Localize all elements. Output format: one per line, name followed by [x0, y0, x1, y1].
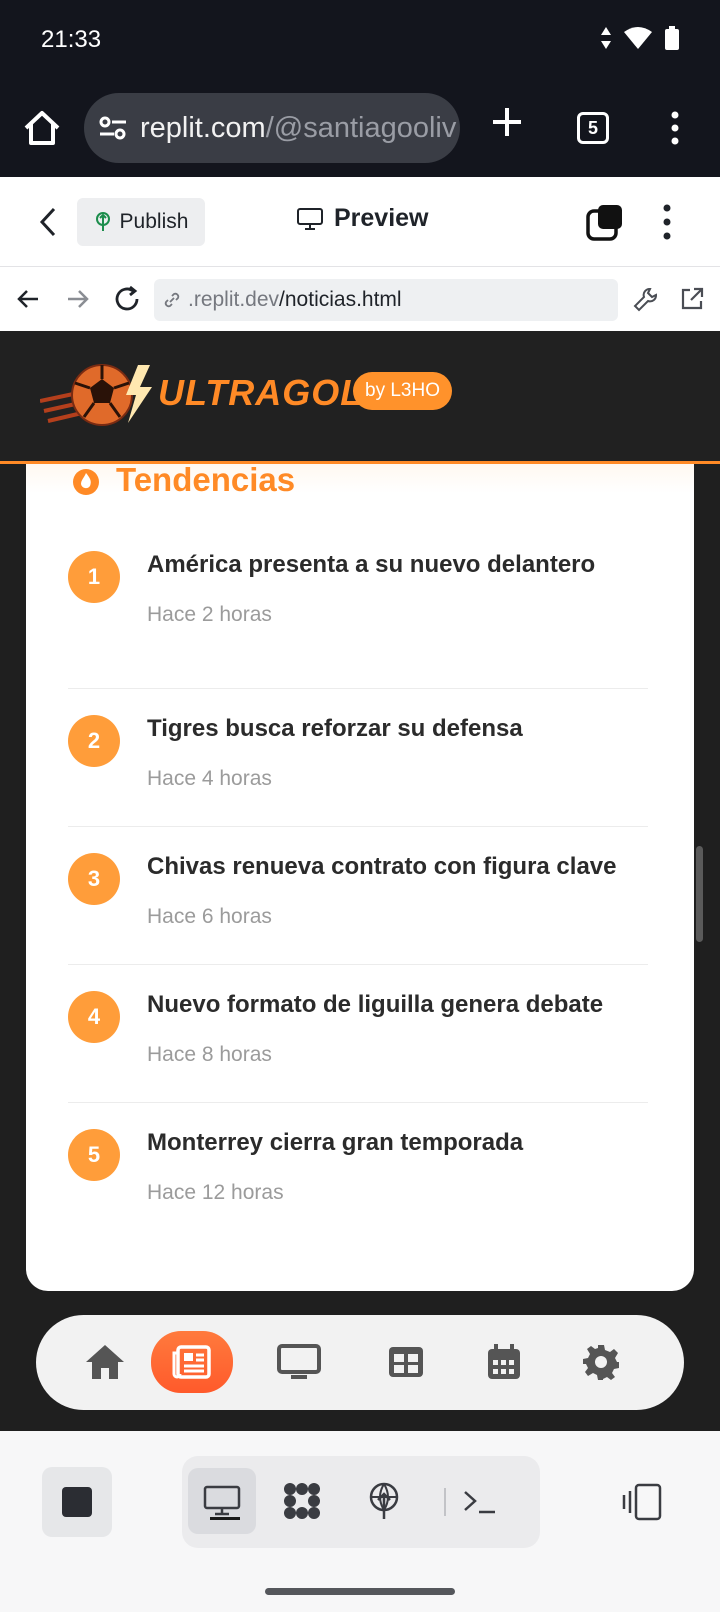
trend-title[interactable]: Nuevo formato de liguilla genera debate: [147, 991, 603, 1019]
data-arrows-icon: [601, 27, 611, 49]
trend-title[interactable]: Monterrey cierra gran temporada: [147, 1129, 523, 1157]
rank-badge: 5: [68, 1129, 120, 1181]
trend-time: Hace 6 horas: [147, 905, 272, 928]
shell-tool-button[interactable]: [446, 1468, 514, 1534]
publish-label: Publish: [119, 210, 189, 233]
wrench-icon[interactable]: [632, 285, 660, 313]
publish-button[interactable]: Publish: [77, 198, 205, 246]
nav-standings[interactable]: [375, 1331, 437, 1393]
newspaper-icon: [172, 1345, 211, 1379]
rank-badge: 3: [68, 853, 120, 905]
trend-title[interactable]: Chivas renueva contrato con figura clave: [147, 853, 617, 881]
section-title: Tendencias: [116, 461, 296, 498]
site-bottom-nav: [36, 1315, 684, 1410]
url-path: /@santiagooliv: [265, 112, 457, 144]
publish-icon: [369, 1482, 399, 1519]
replit-toolbar: [0, 1431, 720, 1612]
rank-badge: 1: [68, 551, 120, 603]
more-vert-icon[interactable]: [668, 110, 682, 146]
tab-switcher-button[interactable]: 5: [577, 112, 609, 144]
battery-icon: [665, 26, 679, 50]
rank-badge: 2: [68, 715, 120, 767]
nav-calendar[interactable]: [473, 1331, 535, 1393]
arrow-forward-icon[interactable]: [64, 286, 90, 312]
preview-tool-button[interactable]: [188, 1468, 256, 1534]
dev-url-path: /noticias.html: [279, 288, 402, 311]
scrollbar-thumb[interactable]: [696, 846, 703, 942]
status-bar: 21:33: [0, 0, 720, 80]
preview-label: Preview: [334, 204, 429, 232]
logo-text: ULTRAGOL: [158, 372, 364, 413]
trend-item[interactable]: 3 Chivas renueva contrato con figura cla…: [68, 827, 648, 965]
agent-tool-button[interactable]: [268, 1468, 336, 1534]
preview-tab[interactable]: Preview: [296, 204, 429, 233]
tabs-icon[interactable]: [586, 203, 624, 241]
stop-button[interactable]: [42, 1467, 112, 1537]
calendar-icon: [488, 1344, 520, 1379]
trend-time: Hace 8 horas: [147, 1043, 272, 1066]
new-tab-icon[interactable]: [489, 104, 525, 140]
gear-icon: [583, 1345, 619, 1380]
site-settings-icon[interactable]: [98, 115, 128, 141]
arrow-back-icon[interactable]: [16, 286, 42, 312]
active-tool-indicator: [210, 1517, 240, 1520]
nav-tv[interactable]: [268, 1331, 330, 1393]
wifi-icon: [624, 27, 652, 49]
trend-item[interactable]: 4 Nuevo formato de liguilla genera debat…: [68, 965, 648, 1103]
nav-settings[interactable]: [570, 1331, 632, 1393]
browser-toolbar: replit.com/@santiagooliv 5: [0, 80, 720, 177]
trend-time: Hace 4 horas: [147, 767, 272, 790]
stop-icon: [62, 1487, 92, 1517]
trend-item[interactable]: 1 América presenta a su nuevo delantero …: [68, 551, 648, 689]
dev-url-prefix: .replit.dev: [188, 288, 280, 311]
monitor-icon: [277, 1344, 321, 1379]
table-icon: [389, 1347, 423, 1377]
deploy-tool-button[interactable]: [350, 1468, 418, 1534]
ultragol-logo[interactable]: ULTRAGOL: [40, 357, 362, 431]
trend-item[interactable]: 2 Tigres busca reforzar su defensa Hace …: [68, 689, 648, 827]
nav-home[interactable]: [74, 1331, 136, 1393]
home-icon: [86, 1345, 124, 1379]
address-bar[interactable]: replit.com/@santiagooliv: [84, 93, 460, 163]
more-vert-icon[interactable]: [660, 203, 674, 241]
trend-title[interactable]: Tigres busca reforzar su defensa: [147, 715, 523, 743]
monitor-icon: [203, 1485, 241, 1516]
dev-url-field[interactable]: .replit.dev/noticias.html: [154, 279, 618, 321]
dev-address-bar: .replit.dev/noticias.html: [0, 267, 720, 331]
open-external-icon[interactable]: [678, 285, 706, 313]
trend-time: Hace 2 horas: [147, 603, 272, 626]
terminal-icon: [464, 1491, 495, 1514]
section-heading: Tendencias: [70, 461, 295, 499]
rank-badge: 4: [68, 991, 120, 1043]
panels-icon[interactable]: [622, 1483, 664, 1521]
reload-icon[interactable]: [112, 284, 142, 314]
trend-time: Hace 12 horas: [147, 1181, 284, 1204]
nav-news[interactable]: [151, 1331, 233, 1393]
page-viewport: ULTRAGOL by L3HO Tendencias 1 América pr…: [0, 331, 720, 1431]
status-time: 21:33: [41, 26, 102, 53]
trending-card: Tendencias 1 América presenta a su nuevo…: [26, 411, 694, 1291]
trend-title[interactable]: América presenta a su nuevo delantero: [147, 551, 595, 579]
gesture-home-bar[interactable]: [265, 1588, 455, 1595]
link-icon: [164, 292, 180, 308]
url-text: replit.com/@santiagooliv: [140, 112, 456, 145]
fire-icon: [73, 469, 99, 495]
publish-icon: [95, 212, 110, 231]
trend-item[interactable]: 5 Monterrey cierra gran temporada Hace 1…: [68, 1103, 648, 1241]
replit-header: Publish Preview: [0, 177, 720, 267]
home-icon[interactable]: [22, 108, 62, 148]
trend-list: 1 América presenta a su nuevo delantero …: [68, 551, 648, 1241]
status-icons: [600, 26, 680, 50]
monitor-icon: [297, 207, 323, 230]
soccer-ball-logo-icon: [40, 364, 152, 426]
url-host: replit.com: [140, 112, 266, 144]
site-header: ULTRAGOL by L3HO: [0, 331, 720, 464]
back-icon[interactable]: [36, 205, 60, 239]
tool-switcher: [182, 1456, 540, 1548]
author-badge: by L3HO: [353, 372, 452, 410]
agent-icon: [284, 1483, 320, 1519]
